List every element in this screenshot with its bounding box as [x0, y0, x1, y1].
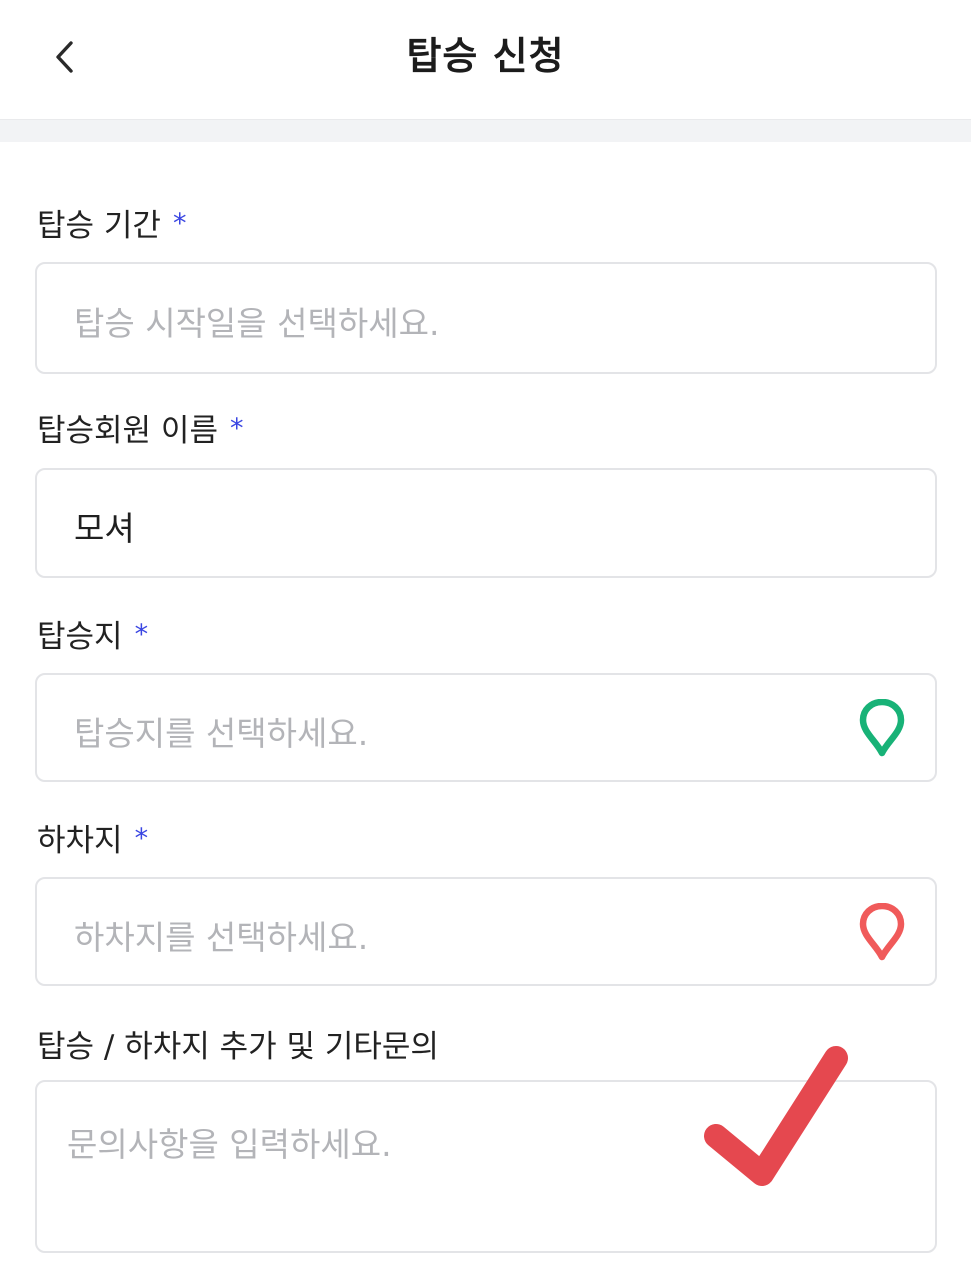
- location-pin-icon[interactable]: [859, 699, 905, 757]
- member-name-label: 탑승회원 이름 *: [37, 405, 243, 450]
- page-title: 탑승 신청: [406, 34, 565, 78]
- boarding-placeholder: 탑승지를 선택하세요.: [74, 714, 369, 753]
- checkmark-icon: [704, 1046, 848, 1186]
- period-placeholder: 탑승 시작일을 선택하세요.: [74, 304, 440, 343]
- header-divider: [0, 119, 971, 142]
- period-label: 탑승 기간 *: [37, 200, 186, 245]
- dropoff-placeholder: 하차지를 선택하세요.: [74, 918, 369, 957]
- required-mark: *: [229, 413, 244, 444]
- required-mark: *: [134, 823, 149, 854]
- member-name-label-text: 탑승회원 이름: [37, 413, 218, 449]
- location-pin-icon[interactable]: [859, 903, 905, 961]
- chevron-left-icon: [56, 41, 73, 73]
- dropoff-field[interactable]: 하차지를 선택하세요.: [35, 877, 937, 986]
- dropoff-label: 하차지 *: [37, 815, 148, 860]
- back-button[interactable]: [40, 30, 90, 84]
- inquiry-label: 탑승 / 하차지 추가 및 기타문의: [37, 1021, 439, 1066]
- member-name-value: 모셔: [74, 509, 135, 548]
- inquiry-placeholder: 문의사항을 입력하세요.: [67, 1125, 392, 1164]
- dropoff-label-text: 하차지: [37, 823, 123, 859]
- member-name-field[interactable]: 모셔: [35, 468, 937, 578]
- period-label-text: 탑승 기간: [37, 208, 161, 244]
- required-mark: *: [172, 208, 187, 239]
- period-field[interactable]: 탑승 시작일을 선택하세요.: [35, 262, 937, 374]
- app-header: 탑승 신청: [0, 0, 971, 120]
- boarding-field[interactable]: 탑승지를 선택하세요.: [35, 673, 937, 782]
- boarding-label: 탑승지 *: [37, 611, 148, 656]
- inquiry-label-text: 탑승 / 하차지 추가 및 기타문의: [37, 1029, 439, 1065]
- boarding-label-text: 탑승지: [37, 619, 123, 655]
- required-mark: *: [134, 619, 149, 650]
